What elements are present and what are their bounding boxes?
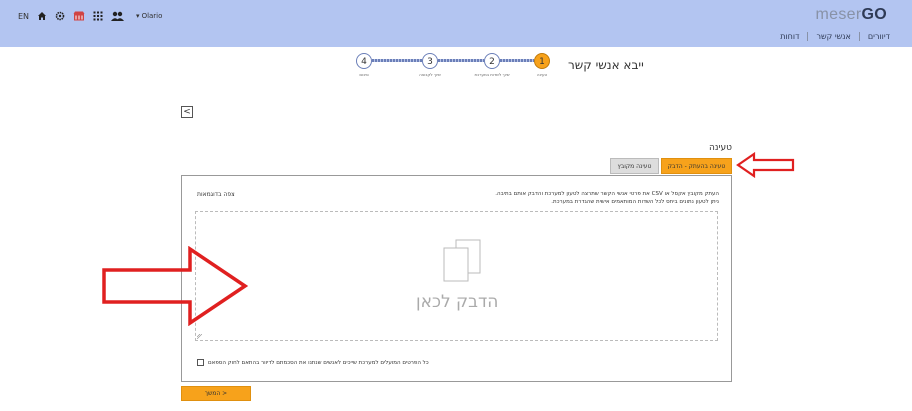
step-connector	[438, 59, 484, 62]
page-title: ייבא אנשי קשר	[568, 58, 644, 72]
paste-textarea[interactable]: הדבק לכאן	[195, 211, 718, 341]
user-name: Olario	[141, 12, 163, 20]
step-1-current: 1	[534, 53, 550, 69]
tab-file-upload[interactable]: טעינה מקובץ	[610, 158, 659, 174]
language-toggle[interactable]: EN	[18, 12, 29, 21]
meser-go-logo[interactable]: meserGO	[816, 6, 887, 24]
section-title: טעינה	[709, 143, 732, 153]
apps-grid-icon[interactable]	[93, 11, 103, 21]
annotation-arrow-icon	[736, 152, 795, 178]
top-bar: EN ▾ Olario meserGO דיוורים אנשי קשר דוח…	[0, 0, 912, 47]
step-4-label: סיכום	[359, 72, 369, 77]
home-icon[interactable]	[37, 11, 47, 21]
user-menu[interactable]: ▾ Olario	[136, 12, 162, 20]
step-3: 3	[422, 53, 438, 69]
paste-icon	[443, 239, 481, 282]
consent-text: כל הפרטים המועלים למערכת שייכים לאנשים ש…	[208, 359, 429, 366]
nav-item-contacts[interactable]: אנשי קשר	[807, 32, 858, 41]
instructions: העתק מקובץ אקסל או CSV את פרטי אנשי הקשר…	[495, 191, 719, 205]
continue-button[interactable]: המשך >	[181, 386, 251, 401]
annotation-arrow-large-icon	[102, 246, 248, 326]
step-connector	[500, 59, 534, 62]
toolbar: EN ▾ Olario	[18, 11, 162, 21]
users-icon[interactable]	[111, 11, 125, 21]
nav-item-campaigns[interactable]: דיוורים	[858, 32, 890, 41]
nav-item-reports[interactable]: דוחות	[772, 32, 807, 41]
step-3-label: שיוך לקבוצה	[419, 72, 441, 77]
view-examples-link[interactable]: צפה בדוגמאות	[197, 191, 235, 198]
step-connector	[372, 59, 422, 62]
consent-checkbox[interactable]	[197, 359, 204, 366]
chevron-down-icon: ▾	[136, 12, 140, 20]
wizard-stepper: 4 3 2 1 סיכום שיוך לקבוצה שיוך לשדות במע…	[356, 53, 556, 83]
step-4: 4	[356, 53, 372, 69]
step-1-label: טעינה	[536, 72, 548, 77]
back-button[interactable]: <	[181, 106, 193, 118]
settings-gear-icon[interactable]	[55, 11, 65, 21]
paste-here-label: הדבק לכאן	[416, 292, 499, 312]
paste-panel: העתק מקובץ אקסל או CSV את פרטי אנשי הקשר…	[181, 175, 732, 382]
tab-paste-upload[interactable]: טעינה בהעתק - הדבק	[661, 158, 732, 174]
store-icon[interactable]	[73, 11, 85, 21]
resize-handle-icon[interactable]	[197, 334, 202, 339]
consent-row: כל הפרטים המועלים למערכת שייכים לאנשים ש…	[197, 359, 429, 366]
main-nav: דיוורים אנשי קשר דוחות	[772, 32, 890, 41]
step-2-label: שיוך לשדות במערכת	[474, 72, 510, 77]
step-2: 2	[484, 53, 500, 69]
